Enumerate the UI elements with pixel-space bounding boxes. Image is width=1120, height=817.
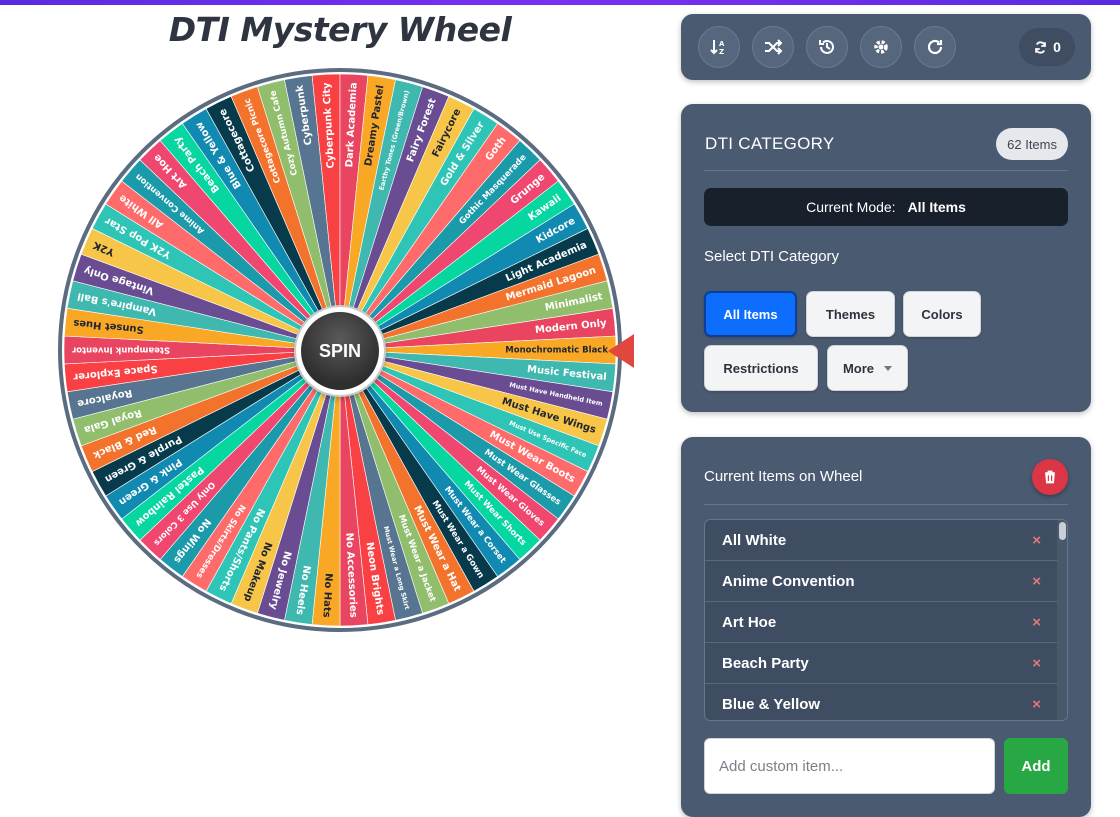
- top-accent-bar: [0, 0, 1120, 5]
- history-icon: [819, 39, 834, 54]
- mode-label: Current Mode:: [806, 199, 896, 215]
- list-item: Anime Convention ×: [705, 561, 1067, 602]
- remove-item-icon[interactable]: ×: [1032, 655, 1041, 672]
- wheel-items-list[interactable]: All White × Anime Convention × Art Hoe × Be…: [704, 519, 1068, 721]
- list-item: Beach Party ×: [705, 643, 1067, 684]
- category-themes-button[interactable]: Themes: [806, 291, 895, 337]
- wheel-segment-label: Monochromatic Black: [505, 346, 608, 356]
- remove-item-icon[interactable]: ×: [1032, 696, 1041, 713]
- remove-item-icon[interactable]: ×: [1032, 614, 1041, 631]
- category-title: DTI CATEGORY: [705, 134, 835, 153]
- category-more-dropdown[interactable]: More: [827, 345, 908, 391]
- items-panel: Current Items on Wheel All White × Anime …: [681, 437, 1091, 817]
- sort-icon: AZ: [710, 40, 725, 56]
- shuffle-button[interactable]: [752, 26, 794, 68]
- category-restrictions-button[interactable]: Restrictions: [704, 345, 818, 391]
- spin-counter[interactable]: 0: [1019, 28, 1075, 66]
- remove-item-icon[interactable]: ×: [1032, 573, 1041, 590]
- wheel-pointer: [608, 334, 634, 368]
- svg-text:A: A: [719, 40, 725, 48]
- item-label: Art Hoe: [722, 613, 777, 631]
- settings-button[interactable]: [860, 26, 902, 68]
- toolbar-panel: AZ 0: [681, 14, 1091, 80]
- item-label: Anime Convention: [722, 572, 855, 590]
- item-label: Beach Party: [722, 654, 809, 672]
- divider: [704, 170, 1068, 171]
- item-label: Blue & Yellow: [722, 695, 821, 713]
- add-item-button[interactable]: Add: [1004, 738, 1068, 794]
- refresh-icon: [1035, 40, 1046, 54]
- divider: [704, 504, 1068, 505]
- category-colors-button[interactable]: Colors: [903, 291, 981, 337]
- list-item: Blue & Yellow ×: [705, 684, 1067, 720]
- caret-down-icon: [884, 365, 893, 371]
- svg-text:Z: Z: [719, 48, 724, 56]
- remove-item-icon[interactable]: ×: [1032, 532, 1041, 549]
- category-panel: DTI CATEGORY 62 Items Current Mode: All …: [681, 104, 1091, 412]
- list-scrollbar[interactable]: [1057, 520, 1067, 720]
- list-item: All White ×: [705, 520, 1067, 561]
- current-mode-bar: Current Mode: All Items: [704, 188, 1068, 226]
- add-custom-item-input[interactable]: [704, 738, 995, 794]
- shuffle-icon: [765, 39, 783, 55]
- counter-value: 0: [1053, 39, 1061, 55]
- page-title: DTI Mystery Wheel: [168, 10, 512, 49]
- list-item: Art Hoe ×: [705, 602, 1067, 643]
- wheel-segment-label: Steampunk Inventor: [71, 345, 170, 355]
- mode-value: All Items: [907, 199, 966, 215]
- sort-button[interactable]: AZ: [698, 26, 740, 68]
- select-category-label: Select DTI Category: [704, 248, 840, 265]
- redo-button[interactable]: [914, 26, 956, 68]
- spin-button[interactable]: SPIN: [296, 307, 384, 395]
- redo-icon: [927, 39, 943, 55]
- wheel-segment-label: No Hats: [320, 573, 333, 618]
- item-count-badge: 62 Items: [996, 128, 1068, 160]
- history-button[interactable]: [806, 26, 848, 68]
- clear-items-button[interactable]: [1032, 459, 1068, 495]
- trash-icon: [1045, 470, 1055, 484]
- gear-icon: [874, 40, 888, 54]
- category-all-items-button[interactable]: All Items: [704, 291, 797, 337]
- more-label: More: [842, 360, 875, 376]
- items-panel-title: Current Items on Wheel: [704, 468, 863, 485]
- scrollbar-thumb[interactable]: [1059, 522, 1066, 540]
- item-label: All White: [722, 531, 787, 549]
